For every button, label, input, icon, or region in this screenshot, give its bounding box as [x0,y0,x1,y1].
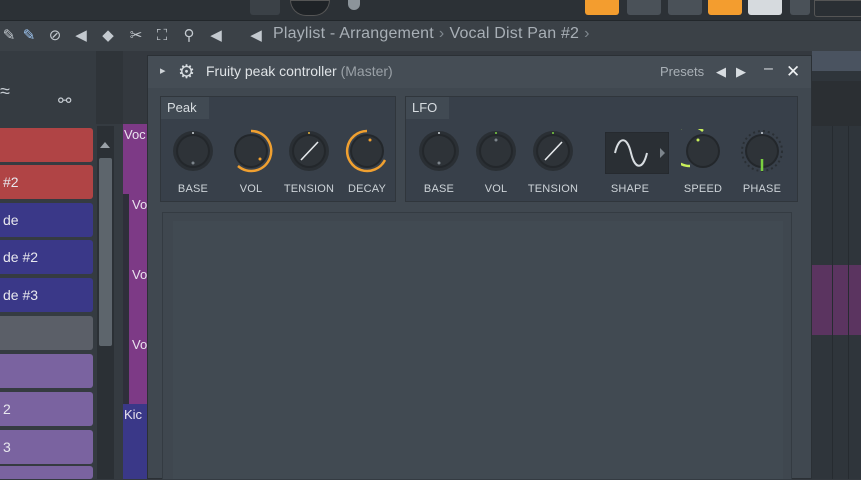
info-icon[interactable] [348,0,360,10]
peak-decay-label: DECAY [347,183,387,195]
peak-section: Peak BASE VOL TENSION DECAY [160,96,396,202]
clip-label: Vo [132,197,148,212]
playlist-clip-column: Voc Vo Vo Vo Kic [123,124,147,479]
lfo-section-title: LFO [406,97,450,119]
preset-next-icon[interactable]: ▶ [736,64,746,80]
slice-icon[interactable]: ✂ [127,28,145,44]
toolbar-button-5[interactable] [790,0,810,15]
lfo-tension-label: TENSION [527,183,579,195]
track-clip[interactable]: 2 [0,392,93,426]
clip-label: Vo [132,267,148,282]
clip-label: Voc [124,127,146,142]
playback-icon[interactable]: ◀ [207,28,225,44]
playlist-grid-right [812,51,861,479]
plugin-window: ▸ ⚙ Fruity peak controller (Master) Pres… [147,55,812,480]
playlist-title: Playlist - Arrangement [273,25,434,42]
track-header-panel [96,51,123,124]
scroll-thumb[interactable] [99,158,112,346]
peak-display-canvas [173,221,783,479]
mute-icon[interactable]: ⊘ [46,28,64,44]
clip-label: Vo [132,337,148,352]
minimize-icon[interactable]: ‒ [764,60,773,78]
close-icon[interactable]: ✕ [786,62,800,82]
toolbar-button-2[interactable] [627,0,661,15]
track-clip[interactable]: de [0,203,93,237]
lfo-vol-knob[interactable] [474,129,518,173]
tool-bell-icon[interactable] [250,0,280,15]
lfo-speed-knob[interactable] [681,129,725,173]
menu-arrow-icon[interactable]: ◀ [247,28,265,44]
clip-block[interactable] [129,194,147,404]
timeline-bar [812,51,861,71]
toolbar-button-4[interactable] [748,0,782,15]
lfo-shape-label: SHAPE [610,183,650,195]
gear-icon[interactable]: ⚙ [178,61,195,84]
playlist-breadcrumb[interactable]: Playlist - Arrangement › Vocal Dist Pan #2… [273,25,595,43]
track-clip[interactable]: de #3 [0,278,93,312]
master-knob[interactable] [290,0,330,16]
clip-block[interactable] [812,265,861,335]
top-toolbar-strip [0,0,861,21]
collapse-arrow-icon[interactable]: ▸ [160,64,166,77]
select-icon[interactable]: ⛶ [153,28,171,44]
waveform-icon[interactable]: ≈ [0,81,10,102]
breadcrumb-arrow: › [584,25,590,42]
paint-icon[interactable]: ✎ [20,28,38,44]
pencil-icon[interactable]: ✎ [0,28,18,44]
link-icon[interactable]: ⚯ [58,91,78,111]
plugin-name: Fruity peak controller [206,63,337,79]
lfo-phase-label: PHASE [742,183,782,195]
grid-block [812,81,861,126]
peak-decay-knob[interactable] [345,129,389,173]
toolbar-display [814,0,861,17]
lfo-tension-knob[interactable] [531,129,575,173]
track-scrollbar[interactable] [97,126,114,479]
plugin-titlebar[interactable]: ▸ ⚙ Fruity peak controller (Master) Pres… [148,56,811,88]
track-clip[interactable]: de #2 [0,240,93,274]
peak-section-title: Peak [161,97,209,119]
toolbar-orange-button-2[interactable] [708,0,742,15]
peak-display-area [162,212,792,480]
lfo-phase-knob[interactable] [740,129,784,173]
pattern-name: Vocal Dist Pan #2 [449,25,580,42]
lfo-section: LFO BASE VOL TENSION SHAPE SPEED PHASE [405,96,798,202]
track-clip[interactable] [0,316,93,350]
peak-base-knob[interactable] [171,129,215,173]
clip-label: Kic [124,407,143,422]
peak-tension-knob[interactable] [287,129,331,173]
zoom-icon[interactable]: ⚲ [180,28,198,44]
presets-button[interactable]: Presets [660,64,704,79]
plugin-target: (Master) [340,63,393,79]
speaker-mute-icon[interactable]: ◀ [72,28,90,44]
scroll-up-icon[interactable] [100,142,110,148]
track-clip[interactable]: #2 [0,165,93,199]
toolbar-button-3[interactable] [668,0,702,15]
preset-prev-icon[interactable]: ◀ [716,64,726,80]
toolbar-orange-button[interactable] [585,0,619,15]
plugin-title: Fruity peak controller (Master) [206,63,393,79]
grid-line [848,126,849,479]
slip-icon[interactable]: ◆ [99,28,117,44]
grid-line [832,126,833,479]
lfo-shape-selector[interactable] [605,132,669,174]
track-clip[interactable]: 3 [0,430,93,464]
track-clip[interactable] [0,354,93,388]
peak-vol-knob[interactable] [229,129,273,173]
breadcrumb-separator: › [438,25,445,42]
track-clip[interactable] [0,466,93,479]
lfo-base-knob[interactable] [417,129,461,173]
track-clip[interactable] [0,128,93,162]
